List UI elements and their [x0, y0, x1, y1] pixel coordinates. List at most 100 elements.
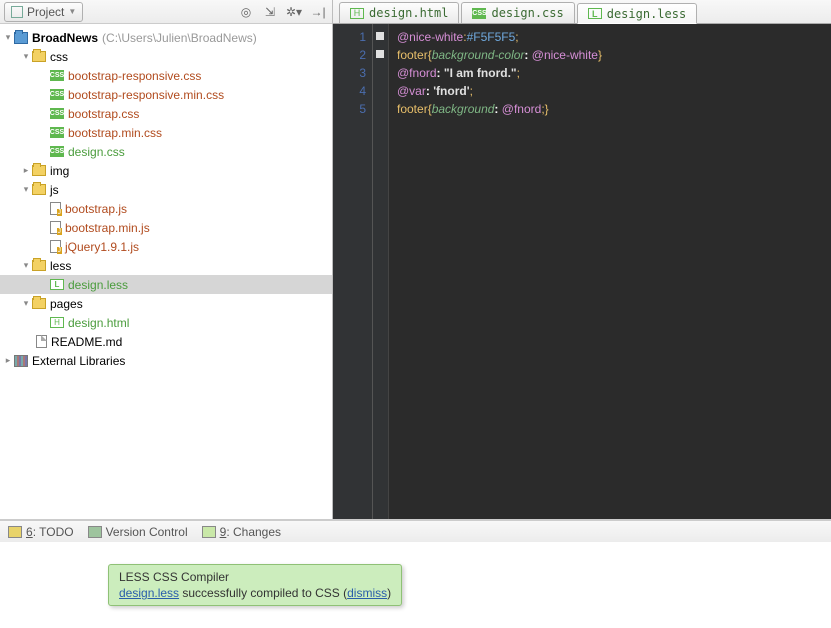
css-icon: CSS — [50, 108, 64, 119]
tab-design-css[interactable]: CSS design.css — [461, 2, 574, 23]
tab-design-less[interactable]: L design.less — [577, 3, 697, 24]
tree-node-less[interactable]: ▾ less — [0, 256, 332, 275]
tree-file[interactable]: bootstrap.js — [0, 199, 332, 218]
tree-file[interactable]: CSS bootstrap.css — [0, 104, 332, 123]
node-label: jQuery1.9.1.js — [65, 240, 139, 254]
file-icon — [36, 335, 47, 348]
node-label: bootstrap.min.css — [68, 126, 162, 140]
notification-file-link[interactable]: design.less — [119, 586, 179, 600]
node-label: js — [50, 183, 59, 197]
folder-icon — [32, 184, 46, 195]
gutter-marks — [373, 24, 389, 519]
target-icon[interactable]: ◎ — [236, 2, 256, 22]
node-label: bootstrap-responsive.min.css — [68, 88, 224, 102]
tree-file[interactable]: bootstrap.min.js — [0, 218, 332, 237]
js-icon — [50, 202, 61, 215]
node-label: bootstrap.js — [65, 202, 127, 216]
project-header: Project ▼ ◎ ⇲ ✲▾ →| — [0, 0, 332, 24]
expander-icon[interactable]: ▾ — [20, 51, 32, 62]
folder-icon — [32, 165, 46, 176]
project-title: Project — [27, 5, 64, 19]
todo-icon — [8, 526, 22, 538]
editor-tabs: H design.html CSS design.css L design.le… — [333, 0, 831, 24]
folder-icon — [32, 298, 46, 309]
node-label: less — [50, 259, 71, 273]
tree-file[interactable]: CSS design.css — [0, 142, 332, 161]
expander-icon[interactable]: ▸ — [20, 165, 32, 176]
tab-design-html[interactable]: H design.html — [339, 2, 459, 23]
vcs-icon — [88, 526, 102, 538]
tree-file[interactable]: CSSbootstrap.min.css — [0, 123, 332, 142]
notification-popup: LESS CSS Compiler design.less successful… — [108, 564, 402, 606]
notification-text-end: ) — [387, 586, 391, 600]
tree-node-img[interactable]: ▸ img — [0, 161, 332, 180]
notification-dismiss-link[interactable]: dismiss — [347, 586, 387, 600]
node-label: bootstrap.css — [68, 107, 139, 121]
node-label: bootstrap-responsive.css — [68, 69, 201, 83]
less-icon: L — [50, 279, 64, 290]
folder-icon — [32, 51, 46, 62]
folder-icon — [32, 260, 46, 271]
node-label: css — [50, 50, 68, 64]
node-label: img — [50, 164, 69, 178]
tab-label: design.css — [491, 6, 563, 20]
project-panel: Project ▼ ◎ ⇲ ✲▾ →| ▾ BroadNews (C:\User… — [0, 0, 333, 519]
node-label: External Libraries — [32, 354, 125, 368]
status-changes[interactable]: 9: Changes — [202, 525, 281, 539]
gutter[interactable]: 12345 — [333, 24, 373, 519]
collapse-icon[interactable]: ⇲ — [260, 2, 280, 22]
css-icon: CSS — [472, 8, 486, 19]
tree-file[interactable]: README.md — [0, 332, 332, 351]
less-icon: L — [588, 8, 602, 19]
tree-file[interactable]: Hdesign.html — [0, 313, 332, 332]
js-icon — [50, 240, 61, 253]
tree-file[interactable]: jQuery1.9.1.js — [0, 237, 332, 256]
node-label: README.md — [51, 335, 122, 349]
project-tree[interactable]: ▾ BroadNews (C:\Users\Julien\BroadNews) … — [0, 24, 332, 519]
editor-body[interactable]: 12345 @nice-white:#F5F5F5;footer{backgro… — [333, 24, 831, 519]
node-path: (C:\Users\Julien\BroadNews) — [102, 31, 257, 45]
html-icon: H — [50, 317, 64, 328]
css-icon: CSS — [50, 70, 64, 81]
gear-icon[interactable]: ✲▾ — [284, 2, 304, 22]
code-area[interactable]: @nice-white:#F5F5F5;footer{background-co… — [389, 24, 831, 519]
node-label: BroadNews — [32, 31, 98, 45]
changes-icon — [202, 526, 216, 538]
tree-node-css[interactable]: ▾ css — [0, 47, 332, 66]
js-icon — [50, 221, 61, 234]
tree-node-pages[interactable]: ▾ pages — [0, 294, 332, 313]
project-selector[interactable]: Project ▼ — [4, 2, 83, 22]
node-label: design.css — [68, 145, 125, 159]
tree-file[interactable]: CSS bootstrap-responsive.css — [0, 66, 332, 85]
expander-icon[interactable]: ▾ — [20, 260, 32, 271]
notification-text: successfully compiled to CSS ( — [179, 586, 347, 600]
tab-label: design.html — [369, 6, 448, 20]
expander-icon[interactable]: ▸ — [2, 355, 14, 366]
expander-icon[interactable]: ▾ — [20, 184, 32, 195]
node-label: design.less — [68, 278, 128, 292]
tab-label: design.less — [607, 7, 686, 21]
expander-icon[interactable]: ▾ — [2, 32, 14, 43]
node-label: design.html — [68, 316, 129, 330]
css-icon: CSS — [50, 89, 64, 100]
library-icon — [14, 355, 28, 367]
node-label: pages — [50, 297, 83, 311]
status-vcs[interactable]: Version Control — [88, 525, 188, 539]
status-bar: 6: TODO Version Control 9: Changes — [0, 520, 831, 542]
notification-title: LESS CSS Compiler — [119, 570, 391, 584]
node-label: bootstrap.min.js — [65, 221, 150, 235]
project-folder-icon — [14, 32, 28, 44]
chevron-down-icon: ▼ — [68, 7, 76, 16]
tree-node-js[interactable]: ▾ js — [0, 180, 332, 199]
project-icon — [11, 6, 23, 18]
tree-file-selected[interactable]: Ldesign.less — [0, 275, 332, 294]
tree-node-external-libs[interactable]: ▸ External Libraries — [0, 351, 332, 370]
notification-body: design.less successfully compiled to CSS… — [119, 586, 391, 600]
expander-icon[interactable]: ▾ — [20, 298, 32, 309]
status-todo[interactable]: 6: TODO — [8, 525, 74, 539]
css-icon: CSS — [50, 146, 64, 157]
hide-icon[interactable]: →| — [308, 2, 328, 22]
status-label: Version Control — [106, 525, 188, 539]
tree-file[interactable]: CSS bootstrap-responsive.min.css — [0, 85, 332, 104]
tree-node-root[interactable]: ▾ BroadNews (C:\Users\Julien\BroadNews) — [0, 28, 332, 47]
